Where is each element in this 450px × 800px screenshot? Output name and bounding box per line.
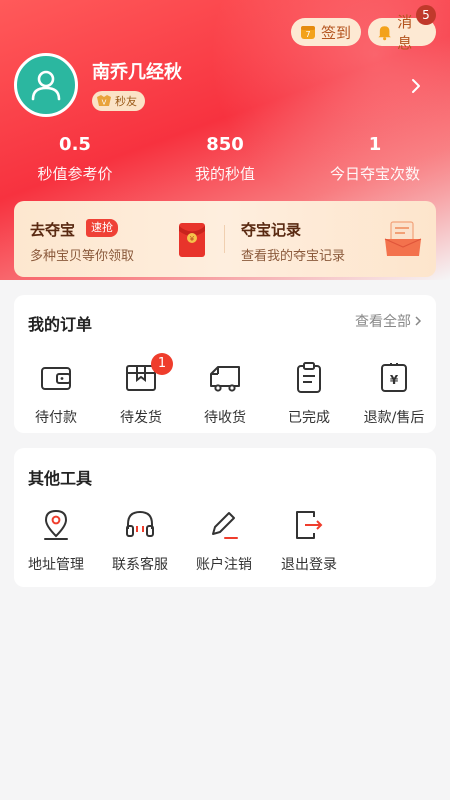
stat-label: 秒值参考价 <box>37 165 113 183</box>
bell-icon <box>378 26 391 41</box>
treasure-banner: 去夺宝 多种宝贝等你领取 ¥ 夺宝记录 查看我的夺宝记录 <box>14 201 436 277</box>
tool-label: 联系客服 <box>112 557 168 573</box>
tools-card: 其他工具 地址管理 联系客服 账户注销 退出登录 <box>14 448 436 587</box>
level-label: 秒友 <box>115 95 137 108</box>
tool-delete-account[interactable]: 账户注销 <box>182 508 266 574</box>
refund-icon: ¥ <box>381 363 407 392</box>
orders-card: 我的订单 查看全部 待付款 待发货 1 待收货 已完成 ¥ 退款/售后 <box>14 295 436 433</box>
tool-label: 账户注销 <box>196 557 252 573</box>
red-envelope-icon: ¥ <box>179 223 205 257</box>
tool-label: 地址管理 <box>28 557 84 573</box>
treasure-record-link[interactable]: 夺宝记录 查看我的夺宝记录 <box>226 201 436 277</box>
pen-icon <box>212 512 238 539</box>
svg-text:7: 7 <box>305 30 310 39</box>
order-label: 待发货 <box>120 410 162 426</box>
stat-value: 1 <box>368 134 382 155</box>
logout-icon <box>296 511 323 539</box>
user-icon <box>31 70 61 101</box>
checkin-button[interactable]: 7 签到 <box>291 18 361 46</box>
order-count-badge: 1 <box>151 353 173 375</box>
checkin-icon: 7 <box>301 26 315 39</box>
chevron-right-icon <box>415 316 422 326</box>
record-box-icon <box>384 221 422 256</box>
level-badge: V 秒友 <box>92 91 145 111</box>
order-pending-payment[interactable]: 待付款 <box>14 361 98 427</box>
stat-value: 850 <box>206 134 244 155</box>
order-label: 待付款 <box>35 410 77 426</box>
go-treasure-title: 去夺宝 <box>30 221 76 239</box>
truck-icon <box>210 366 240 392</box>
order-label: 待收货 <box>204 410 246 426</box>
tools-title: 其他工具 <box>28 469 93 488</box>
order-label: 已完成 <box>288 410 330 426</box>
message-count-badge: 5 <box>416 5 436 25</box>
stat-value: 0.5 <box>59 134 91 155</box>
view-all-label: 查看全部 <box>355 314 411 330</box>
order-pending-receipt[interactable]: 待收货 <box>183 361 267 427</box>
clipboard-icon <box>297 362 321 393</box>
go-treasure-link[interactable]: 去夺宝 多种宝贝等你领取 ¥ <box>14 201 224 277</box>
view-all-orders-link[interactable]: 查看全部 <box>355 311 422 331</box>
wallet-icon <box>41 367 71 390</box>
tool-logout[interactable]: 退出登录 <box>267 508 351 574</box>
username: 南乔几经秋 <box>92 62 182 83</box>
tool-label: 退出登录 <box>281 557 337 573</box>
go-treasure-subtitle: 多种宝贝等你领取 <box>30 249 135 264</box>
orders-title: 我的订单 <box>28 315 93 334</box>
svg-text:V: V <box>102 99 107 107</box>
order-label: 退款/售后 <box>363 410 425 426</box>
treasure-record-title: 夺宝记录 <box>241 221 302 239</box>
v-badge-icon: V <box>97 95 111 107</box>
avatar[interactable] <box>14 53 78 117</box>
hot-tag: 速抢 <box>86 219 118 237</box>
headset-icon <box>126 510 154 537</box>
chevron-right-icon[interactable] <box>408 76 424 96</box>
stat-label: 今日夺宝次数 <box>329 165 420 183</box>
stat-my-points: 850 我的秒值 <box>155 134 295 184</box>
checkin-label: 签到 <box>321 23 352 42</box>
svg-text:¥: ¥ <box>390 373 399 387</box>
location-icon <box>44 509 68 540</box>
treasure-record-subtitle: 查看我的夺宝记录 <box>241 249 346 264</box>
order-completed[interactable]: 已完成 <box>267 361 351 427</box>
tool-customer-service[interactable]: 联系客服 <box>98 508 182 574</box>
svg-text:¥: ¥ <box>190 235 195 243</box>
tool-address[interactable]: 地址管理 <box>14 508 98 574</box>
stat-today-count: 1 今日夺宝次数 <box>305 134 445 184</box>
order-pending-shipment[interactable]: 待发货 1 <box>99 353 183 427</box>
order-refund[interactable]: ¥ 退款/售后 <box>352 361 436 427</box>
stat-label: 我的秒值 <box>194 165 255 183</box>
divider <box>224 225 225 253</box>
stat-reference-price: 0.5 秒值参考价 <box>5 134 145 184</box>
